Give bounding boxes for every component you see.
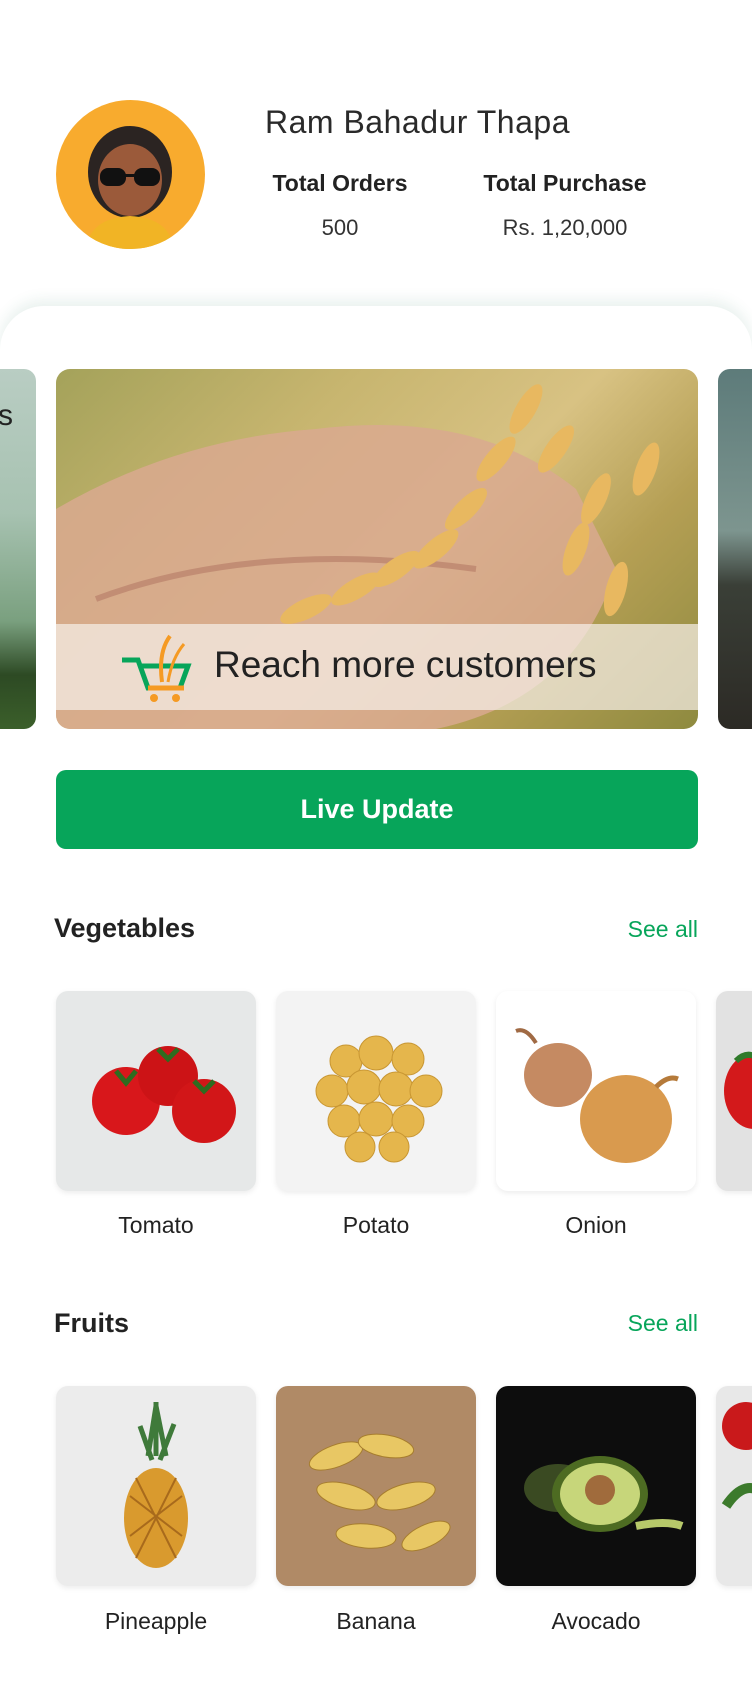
banana-label: Banana <box>336 1608 416 1634</box>
prev-slide-text: s <box>0 399 13 432</box>
promo-banner[interactable]: Reach more customers <box>56 369 698 729</box>
live-update-button[interactable]: Live Update <box>56 770 698 849</box>
avocado-card[interactable] <box>496 1386 696 1586</box>
total-orders-label: Total Orders <box>272 170 408 196</box>
onion-card[interactable] <box>496 991 696 1191</box>
tomato-image <box>92 1046 236 1143</box>
pineapple-image <box>124 1402 188 1568</box>
strawberry-image <box>721 1402 752 1509</box>
potato-image <box>315 1035 443 1163</box>
pepper-image <box>724 1051 752 1129</box>
total-purchase-stat: Total Purchase Rs. 1,20,000 <box>470 170 660 241</box>
potato-card[interactable] <box>276 991 476 1191</box>
fruits-see-all-link[interactable]: See all <box>628 1310 698 1337</box>
total-orders-stat: Total Orders 500 <box>265 170 415 241</box>
vegetables-title: Vegetables <box>54 913 196 943</box>
total-orders-value: 500 <box>321 215 359 240</box>
fruits-title: Fruits <box>54 1308 130 1338</box>
cart-logo-icon <box>122 634 192 702</box>
total-purchase-label: Total Purchase <box>483 170 647 196</box>
total-purchase-value: Rs. 1,20,000 <box>502 215 628 240</box>
onion-image <box>515 1028 679 1163</box>
avocado-image <box>524 1456 684 1532</box>
carousel-prev-slide[interactable]: s <box>0 369 36 729</box>
tomato-label: Tomato <box>118 1212 194 1238</box>
user-name: Ram Bahadur Thapa <box>265 104 570 140</box>
pepper-card-partial[interactable] <box>716 991 752 1191</box>
avatar-illustration <box>86 126 174 249</box>
potato-label: Potato <box>342 1212 410 1238</box>
banner-caption: Reach more customers <box>214 644 597 685</box>
banner-caption-bar: Reach more customers <box>56 624 698 710</box>
vegetables-see-all-link[interactable]: See all <box>628 916 698 943</box>
carousel-next-slide[interactable] <box>718 369 752 729</box>
banana-image <box>308 1433 451 1552</box>
avocado-label: Avocado <box>551 1608 641 1634</box>
pineapple-label: Pineapple <box>104 1608 208 1634</box>
pineapple-card[interactable] <box>56 1386 256 1586</box>
banana-card[interactable] <box>276 1386 476 1586</box>
content-sheet: s Reach more customers Live Update Veget… <box>0 306 752 1706</box>
onion-label: Onion <box>565 1212 627 1238</box>
fruit-card-partial[interactable] <box>716 1386 752 1586</box>
tomato-card[interactable] <box>56 991 256 1191</box>
avatar[interactable] <box>56 100 205 249</box>
